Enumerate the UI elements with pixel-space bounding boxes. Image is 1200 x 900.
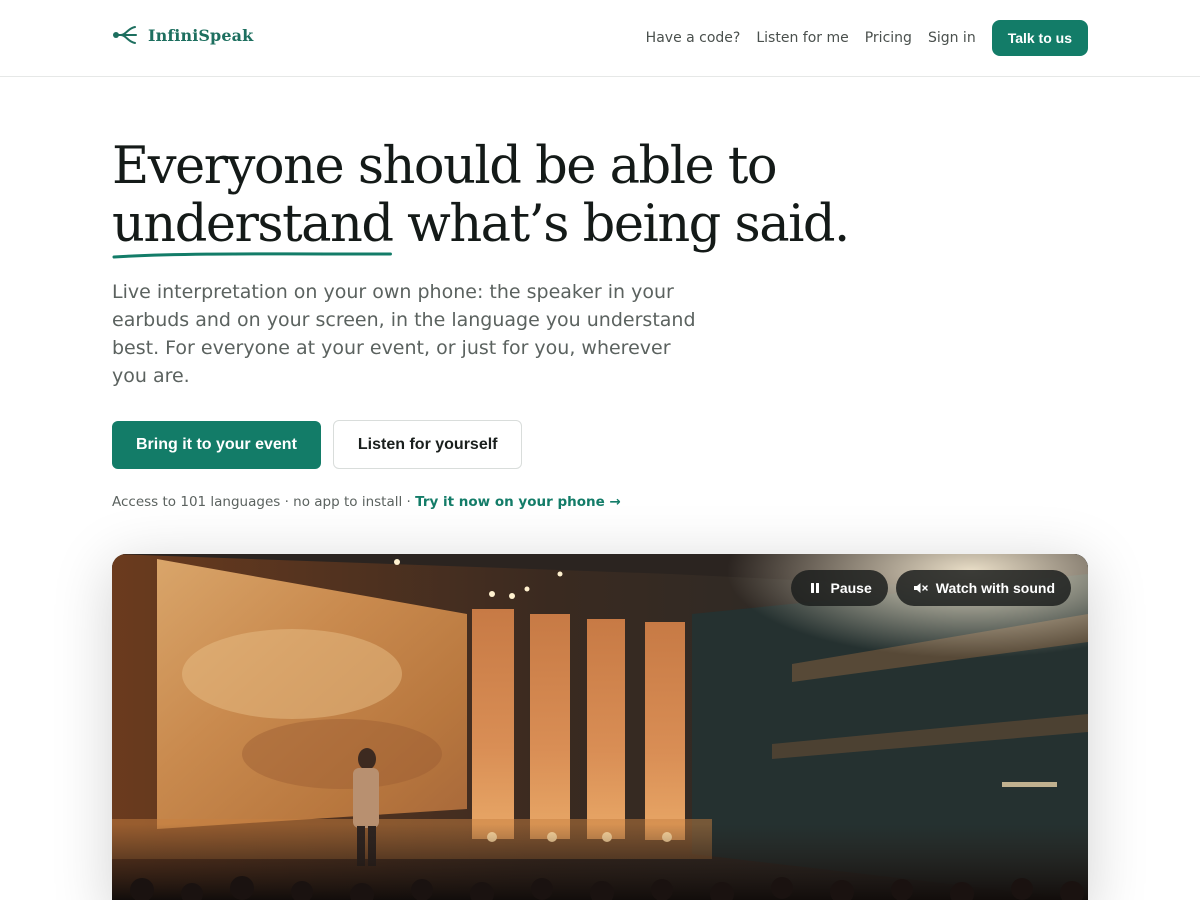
site-header: InfiniSpeak Have a code? Listen for me P… (0, 0, 1200, 77)
hero-title-underlined-word: understand (112, 195, 394, 259)
underlined-word-text: understand (112, 195, 394, 254)
watch-with-sound-label: Watch with sound (935, 580, 1055, 596)
brand-logo[interactable]: InfiniSpeak (112, 22, 253, 48)
branch-logo-icon (113, 26, 137, 44)
access-line: Access to 101 languages · no app to inst… (112, 494, 621, 510)
access-text: Access to 101 languages · no app to inst… (112, 494, 416, 510)
hero-video[interactable]: Pause Watch with sound (112, 554, 1088, 900)
pause-label: Pause (830, 580, 872, 596)
nav-have-a-code[interactable]: Have a code? (646, 30, 741, 46)
hero-title: Everyone should be able to understand wh… (112, 137, 912, 259)
talk-to-us-button[interactable]: Talk to us (991, 20, 1088, 56)
nav-pricing[interactable]: Pricing (865, 30, 912, 46)
nav-listen-for-me[interactable]: Listen for me (756, 30, 848, 46)
hero-title-line1: Everyone should be able to (112, 137, 778, 196)
watch-with-sound-button[interactable]: Watch with sound (895, 570, 1071, 606)
brand-name: InfiniSpeak (148, 25, 254, 45)
top-nav: Have a code? Listen for me Pricing Sign … (646, 20, 1088, 56)
bring-to-event-button[interactable]: Bring it to your event (112, 421, 321, 469)
pause-button[interactable]: Pause (790, 570, 888, 606)
hero-cta-row: Bring it to your event Listen for yourse… (112, 420, 523, 469)
hero-title-line2-rest: what’s being said. (392, 195, 850, 254)
video-controls: Pause Watch with sound (790, 570, 1071, 606)
try-now-link[interactable]: Try it now on your phone → (415, 494, 621, 510)
hand-underline-decoration (112, 252, 392, 259)
speaker-muted-icon (913, 583, 928, 593)
listen-for-yourself-button[interactable]: Listen for yourself (332, 420, 523, 469)
pause-icon (810, 583, 819, 593)
nav-sign-in[interactable]: Sign in (928, 30, 976, 46)
hero-subtitle: Live interpretation on your own phone: t… (112, 281, 696, 387)
